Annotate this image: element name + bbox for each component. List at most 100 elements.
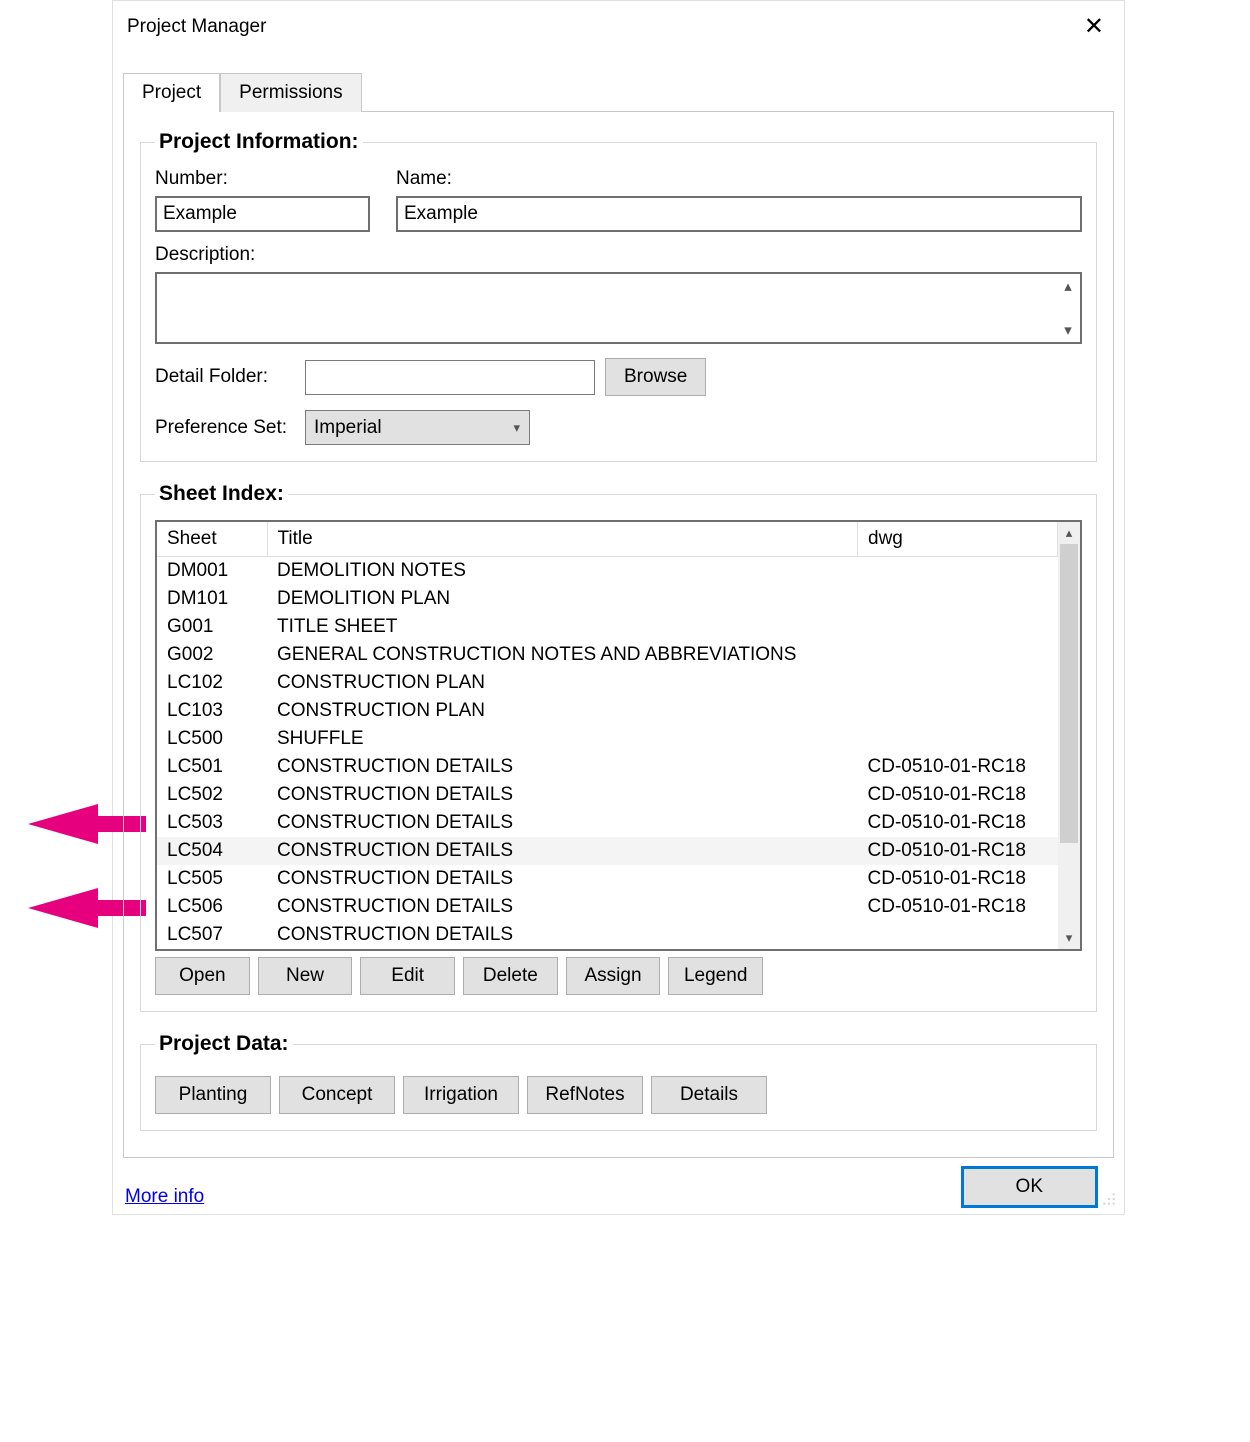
table-row[interactable]: LC505CONSTRUCTION DETAILSCD-0510-01-RC18: [157, 865, 1058, 893]
cell-dwg: [858, 585, 1058, 613]
cell-title: CONSTRUCTION DETAILS: [267, 753, 858, 781]
delete-button[interactable]: Delete: [463, 957, 558, 995]
resize-grip-icon[interactable]: [1102, 1192, 1116, 1206]
input-number[interactable]: [155, 196, 370, 232]
open-button[interactable]: Open: [155, 957, 250, 995]
cell-title: CONSTRUCTION PLAN: [267, 669, 858, 697]
cell-dwg: [858, 669, 1058, 697]
cell-sheet: LC500: [157, 725, 267, 753]
cell-title: GENERAL CONSTRUCTION NOTES AND ABBREVIAT…: [267, 641, 858, 669]
description-scrollbar[interactable]: ▴ ▾: [1056, 274, 1080, 342]
scrollbar-thumb[interactable]: [1060, 544, 1078, 843]
assign-button[interactable]: Assign: [566, 957, 661, 995]
window-title: Project Manager: [127, 16, 266, 38]
cell-dwg: [858, 641, 1058, 669]
planting-button[interactable]: Planting: [155, 1076, 271, 1114]
cell-sheet: LC103: [157, 697, 267, 725]
cell-sheet: G002: [157, 641, 267, 669]
table-row[interactable]: DM001DEMOLITION NOTES: [157, 557, 1058, 586]
fieldset-sheet-index: Sheet Index: Sheet Title dwg: [140, 482, 1097, 1012]
refnotes-button[interactable]: RefNotes: [527, 1076, 643, 1114]
label-detail-folder: Detail Folder:: [155, 366, 295, 388]
cell-dwg: [858, 921, 1058, 949]
concept-button[interactable]: Concept: [279, 1076, 395, 1114]
table-row[interactable]: LC503CONSTRUCTION DETAILSCD-0510-01-RC18: [157, 809, 1058, 837]
legend-button[interactable]: Legend: [668, 957, 763, 995]
scroll-down-icon[interactable]: ▾: [1058, 927, 1080, 949]
label-number: Number:: [155, 168, 370, 190]
table-row[interactable]: LC504CONSTRUCTION DETAILSCD-0510-01-RC18: [157, 837, 1058, 865]
cell-dwg: [858, 725, 1058, 753]
cell-sheet: LC501: [157, 753, 267, 781]
cell-sheet: LC507: [157, 921, 267, 949]
cell-title: CONSTRUCTION DETAILS: [267, 781, 858, 809]
table-row[interactable]: LC506CONSTRUCTION DETAILSCD-0510-01-RC18: [157, 893, 1058, 921]
cell-sheet: LC504: [157, 837, 267, 865]
table-row[interactable]: LC102CONSTRUCTION PLAN: [157, 669, 1058, 697]
cell-title: CONSTRUCTION DETAILS: [267, 865, 858, 893]
fieldset-project-information: Project Information: Number: Name: Descr…: [140, 130, 1097, 462]
input-detail-folder[interactable]: [305, 360, 595, 395]
cell-sheet: LC503: [157, 809, 267, 837]
cell-dwg: CD-0510-01-RC18: [858, 781, 1058, 809]
cell-dwg: CD-0510-01-RC18: [858, 837, 1058, 865]
col-header-dwg[interactable]: dwg: [858, 522, 1058, 557]
tab-project[interactable]: Project: [123, 73, 220, 112]
cell-sheet: LC506: [157, 893, 267, 921]
table-row[interactable]: LC507CONSTRUCTION DETAILS: [157, 921, 1058, 949]
table-row[interactable]: LC500SHUFFLE: [157, 725, 1058, 753]
label-name: Name:: [396, 168, 1082, 190]
fieldset-project-data: Project Data: Planting Concept Irrigatio…: [140, 1032, 1097, 1131]
cell-sheet: DM101: [157, 585, 267, 613]
more-info-link[interactable]: More info: [125, 1186, 204, 1208]
cell-title: CONSTRUCTION PLAN: [267, 697, 858, 725]
cell-sheet: LC502: [157, 781, 267, 809]
cell-title: DEMOLITION NOTES: [267, 557, 858, 586]
details-button[interactable]: Details: [651, 1076, 767, 1114]
label-preference-set: Preference Set:: [155, 417, 295, 439]
table-row[interactable]: LC103CONSTRUCTION PLAN: [157, 697, 1058, 725]
cell-dwg: [858, 557, 1058, 586]
legend-project-information: Project Information:: [155, 130, 363, 154]
input-description[interactable]: [157, 274, 1056, 342]
input-name[interactable]: [396, 196, 1082, 232]
table-row[interactable]: G002GENERAL CONSTRUCTION NOTES AND ABBRE…: [157, 641, 1058, 669]
table-row[interactable]: DM101DEMOLITION PLAN: [157, 585, 1058, 613]
ok-button[interactable]: OK: [961, 1166, 1098, 1208]
cell-dwg: CD-0510-01-RC18: [858, 893, 1058, 921]
titlebar: Project Manager ✕: [113, 1, 1124, 53]
browse-button[interactable]: Browse: [605, 358, 706, 396]
new-button[interactable]: New: [258, 957, 353, 995]
cell-title: CONSTRUCTION DETAILS: [267, 921, 858, 949]
legend-sheet-index: Sheet Index:: [155, 482, 288, 506]
irrigation-button[interactable]: Irrigation: [403, 1076, 519, 1114]
edit-button[interactable]: Edit: [360, 957, 455, 995]
cell-sheet: DM001: [157, 557, 267, 586]
cell-title: CONSTRUCTION DETAILS: [267, 893, 858, 921]
scroll-up-icon[interactable]: ▴: [1064, 277, 1072, 295]
tab-permissions[interactable]: Permissions: [220, 73, 361, 112]
cell-title: SHUFFLE: [267, 725, 858, 753]
table-scrollbar[interactable]: ▴ ▾: [1058, 522, 1080, 949]
cell-dwg: CD-0510-01-RC18: [858, 753, 1058, 781]
cell-title: CONSTRUCTION DETAILS: [267, 837, 858, 865]
table-row[interactable]: LC501CONSTRUCTION DETAILSCD-0510-01-RC18: [157, 753, 1058, 781]
table-row[interactable]: G001TITLE SHEET: [157, 613, 1058, 641]
scroll-up-icon[interactable]: ▴: [1058, 522, 1080, 544]
close-icon[interactable]: ✕: [1078, 11, 1110, 43]
tab-panel-project: Project Information: Number: Name: Descr…: [123, 111, 1114, 1158]
cell-sheet: LC102: [157, 669, 267, 697]
table-row[interactable]: LC502CONSTRUCTION DETAILSCD-0510-01-RC18: [157, 781, 1058, 809]
cell-dwg: CD-0510-01-RC18: [858, 809, 1058, 837]
select-preference-set[interactable]: Imperial: [305, 410, 530, 445]
cell-dwg: [858, 613, 1058, 641]
cell-sheet: G001: [157, 613, 267, 641]
scroll-down-icon[interactable]: ▾: [1064, 321, 1072, 339]
sheet-index-table[interactable]: Sheet Title dwg DM001DEMOLITION NOTESDM1…: [157, 522, 1058, 949]
legend-project-data: Project Data:: [155, 1032, 293, 1056]
col-header-title[interactable]: Title: [267, 522, 858, 557]
col-header-sheet[interactable]: Sheet: [157, 522, 267, 557]
cell-dwg: CD-0510-01-RC18: [858, 865, 1058, 893]
cell-title: DEMOLITION PLAN: [267, 585, 858, 613]
cell-title: CONSTRUCTION DETAILS: [267, 809, 858, 837]
